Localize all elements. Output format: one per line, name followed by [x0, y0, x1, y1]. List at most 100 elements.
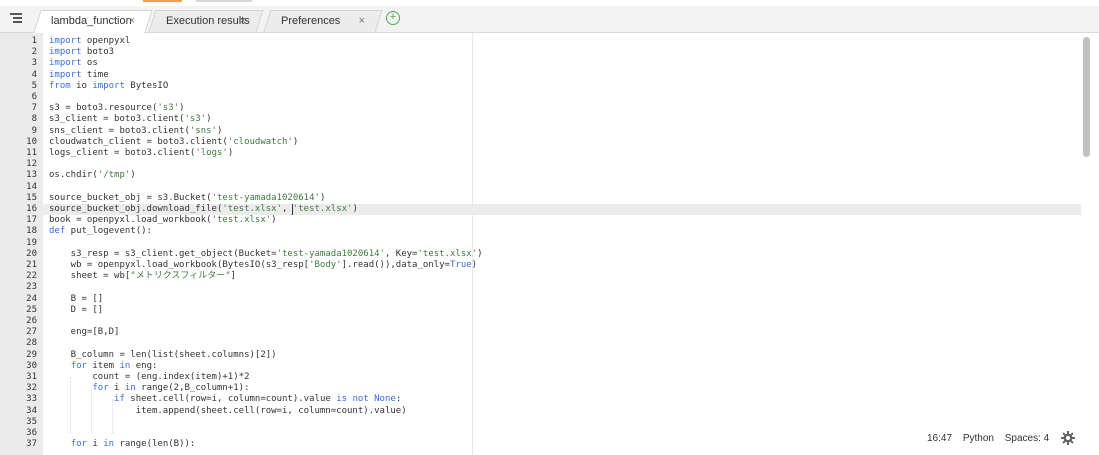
code-line[interactable]: 29 B_column = len(list(sheet.columns)[2]…	[0, 350, 1081, 361]
line-number: 25	[26, 304, 37, 315]
code-line[interactable]: 37 for i in range(len(B)):	[0, 439, 1081, 450]
code-line[interactable]: 22 sheet = wb["メトリクスフィルター"]	[0, 271, 1081, 282]
code-text: import boto3	[49, 47, 114, 58]
string-token: 'test.xlsx'	[417, 248, 478, 259]
code-token: os.chdir(	[49, 170, 98, 181]
tab-lambda-function[interactable]: lambda_function ×	[33, 10, 153, 33]
string-token: 'Body'	[309, 260, 342, 270]
indent-guide	[112, 399, 113, 433]
plus-circle-icon[interactable]: +	[386, 11, 400, 25]
code-text: os.chdir('/tmp')	[49, 170, 136, 181]
tab-preferences[interactable]: Preferences ×	[263, 10, 383, 32]
line-number: 22	[26, 271, 37, 282]
code-text: B_column = len(list(sheet.columns)[2])	[49, 350, 277, 361]
code-line[interactable]: 19	[0, 238, 1081, 249]
code-token: )	[319, 192, 326, 203]
indent-guide	[91, 388, 92, 433]
tab-execution-results[interactable]: Execution results ×	[148, 10, 264, 32]
code-line[interactable]: 36	[0, 428, 1081, 439]
close-icon[interactable]: ×	[129, 10, 135, 32]
line-number: 17	[26, 215, 37, 226]
code-line[interactable]: 3 import os	[0, 58, 1081, 69]
code-line[interactable]: 2 import boto3	[0, 47, 1081, 58]
code-text: if sheet.cell(row=i, column=count).value…	[49, 394, 401, 405]
indent-setting[interactable]: Spaces: 4	[1005, 433, 1049, 444]
close-icon[interactable]: ×	[359, 10, 365, 32]
code-text: from io import BytesIO	[49, 81, 168, 92]
code-token: BytesIO	[124, 80, 169, 91]
status-bar: 16:47 Python Spaces: 4	[927, 431, 1057, 447]
keyword-token: is not None	[336, 394, 396, 405]
code-line[interactable]: 32 for i in range(2,B_column+1):	[0, 383, 1081, 394]
keyword-token: in	[103, 439, 115, 450]
code-line[interactable]: 4 import time	[0, 70, 1081, 81]
keyword-token: in	[124, 383, 136, 394]
code-line[interactable]: 8 s3_client = boto3.client('s3')	[0, 114, 1081, 125]
code-token: sheet = wb[	[49, 271, 131, 282]
code-line[interactable]: 28	[0, 338, 1081, 349]
code-line[interactable]: 25 D = []	[0, 305, 1081, 316]
code-token: eng:	[130, 360, 158, 371]
code-line[interactable]: 13 os.chdir('/tmp')	[0, 170, 1081, 181]
code-line[interactable]: 16 source_bucket_obj.download_file('test.…	[0, 204, 1081, 216]
code-line[interactable]: 27 eng=[B,D]	[0, 327, 1081, 338]
line-number: 14	[26, 181, 37, 192]
line-number: 3	[31, 58, 37, 69]
text-cursor	[292, 204, 293, 216]
code-editor[interactable]: 1 import openpyxl 2 import boto3 3 import os 4…	[0, 33, 1099, 455]
code-token: io	[70, 80, 93, 91]
code-line[interactable]: 6	[0, 92, 1081, 103]
code-text: s3 = boto3.resource('s3')	[49, 103, 184, 114]
code-token: eng=[B,D]	[49, 327, 120, 338]
line-number: 35	[26, 416, 37, 427]
code-line[interactable]: 31 count = (eng.index(item)+1)*2	[0, 372, 1081, 383]
code-token: )	[292, 136, 299, 147]
code-line[interactable]: 17 book = openpyxl.load_workbook('test.xl…	[0, 215, 1081, 226]
code-text: count = (eng.index(item)+1)*2	[49, 372, 249, 383]
code-line[interactable]: 30 for item in eng:	[0, 361, 1081, 372]
code-text: def put_logevent():	[49, 226, 152, 237]
code-line[interactable]: 9 sns_client = boto3.client('sns')	[0, 126, 1081, 137]
code-text: source_bucket_obj = s3.Bucket('test-yama…	[49, 193, 325, 204]
code-token: B = []	[49, 293, 104, 304]
line-number: 5	[31, 80, 37, 91]
tab-list-icon[interactable]	[10, 13, 22, 24]
code-line[interactable]: 23	[0, 282, 1081, 293]
line-number: 9	[31, 125, 37, 136]
code-line[interactable]: 14	[0, 182, 1081, 193]
code-line[interactable]: 1 import openpyxl	[0, 36, 1081, 47]
code-line[interactable]: 26	[0, 316, 1081, 327]
line-number: 15	[26, 192, 37, 203]
code-line[interactable]: 33 if sheet.cell(row=i, column=count).va…	[0, 394, 1081, 405]
line-number: 18	[26, 226, 37, 237]
code-token: , Key=	[384, 248, 418, 259]
code-text: for item in eng:	[49, 360, 158, 372]
code-token: i	[86, 439, 104, 450]
close-icon[interactable]: ×	[240, 10, 246, 32]
keyword-token: import	[92, 80, 125, 91]
code-token: :	[395, 394, 402, 405]
code-line[interactable]: 7 s3 = boto3.resource('s3')	[0, 103, 1081, 114]
code-line[interactable]: 5 from io import BytesIO	[0, 81, 1081, 92]
string-token: 'cloudwatch'	[227, 136, 293, 147]
code-line[interactable]: 10 cloudwatch_client = boto3.client('clou…	[0, 137, 1081, 148]
code-token: s3 = boto3.resource(	[49, 103, 158, 114]
code-line[interactable]: 34 item.append(sheet.cell(row=i, column=…	[0, 406, 1081, 417]
code-token: item	[86, 360, 120, 371]
code-line[interactable]: 20 s3_resp = s3_client.get_object(Bucket…	[0, 249, 1081, 260]
code-line[interactable]: 24 B = []	[0, 294, 1081, 305]
code-line[interactable]: 18 def put_logevent():	[0, 226, 1081, 237]
code-token: item.append(sheet.cell(row=i, column=cou…	[49, 405, 407, 416]
code-text: import os	[49, 58, 98, 69]
code-line[interactable]: 15 source_bucket_obj = s3.Bucket('test-ya…	[0, 193, 1081, 204]
code-text: cloudwatch_client = boto3.client('cloudw…	[49, 137, 298, 148]
line-number: 4	[31, 69, 37, 80]
line-number: 12	[26, 159, 37, 170]
code-line[interactable]: 11 logs_client = boto3.client('logs')	[0, 148, 1081, 159]
code-line[interactable]: 35	[0, 417, 1081, 428]
code-line[interactable]: 12	[0, 159, 1081, 170]
vertical-scrollbar[interactable]	[1083, 37, 1090, 157]
language-mode[interactable]: Python	[963, 433, 994, 444]
code-line[interactable]: 21 wb = openpyxl.load_workbook(BytesIO(s…	[0, 260, 1081, 271]
gear-icon[interactable]	[1061, 431, 1075, 445]
